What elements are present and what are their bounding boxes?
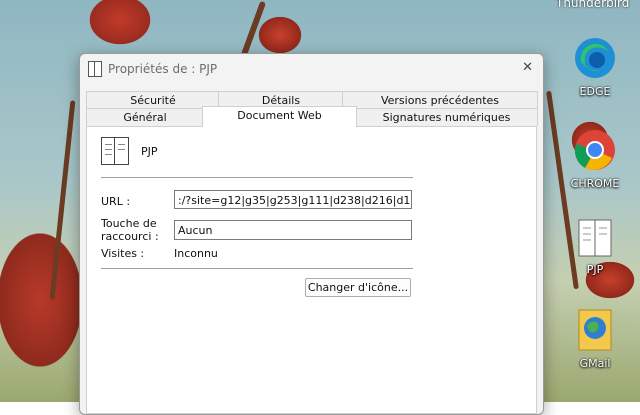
desktop-icon-label: CHROME [570, 177, 620, 190]
document-icon [101, 137, 129, 165]
tab-signatures-numeriques[interactable]: Signatures numériques [355, 108, 538, 126]
window-title: Propriétés de : PJP [108, 62, 218, 76]
visits-label: Visites : [101, 247, 145, 260]
desktop-icon-label: PJP [586, 263, 604, 276]
visits-value: Inconnu [174, 247, 218, 260]
desktop-icon-label: EDGE [579, 85, 611, 98]
tab-general[interactable]: Général [86, 108, 204, 126]
url-label: URL : [101, 195, 131, 208]
desktop-icon-gmail[interactable]: GMail [560, 308, 630, 370]
shortcut-label: Touche de raccourci : [101, 217, 159, 243]
document-icon [578, 219, 612, 257]
edge-icon [575, 38, 615, 78]
branch [239, 0, 267, 60]
window-icon [88, 61, 102, 77]
tab-document-web[interactable]: Document Web [202, 106, 357, 127]
branch [49, 100, 76, 300]
tab-strip: Sécurité Détails Versions précédentes Gé… [80, 84, 543, 127]
desktop-icon-edge[interactable]: EDGE [560, 36, 630, 98]
url-field[interactable]: :/?site=g12|g35|g253|g111|d238|d216|d131… [174, 190, 412, 209]
desktop-icon-pjp[interactable]: PJP [560, 218, 630, 276]
document-web-panel: PJP URL : :/?site=g12|g35|g253|g111|d238… [86, 126, 537, 414]
item-name: PJP [141, 145, 158, 158]
desktop-icon-chrome[interactable]: CHROME [560, 128, 630, 190]
shortcut-field[interactable]: Aucun [174, 220, 412, 240]
close-button[interactable]: ✕ [522, 60, 533, 75]
gmail-icon [578, 309, 612, 351]
divider [101, 177, 413, 178]
chrome-icon [574, 130, 615, 170]
thunderbird-label[interactable]: Thunderbird [556, 0, 629, 10]
title-bar[interactable]: Propriétés de : PJP ✕ [80, 54, 543, 84]
properties-dialog: Propriétés de : PJP ✕ Sécurité Détails V… [79, 53, 544, 415]
change-icon-button[interactable]: Changer d'icône... [305, 278, 411, 297]
desktop-icon-label: GMail [579, 357, 611, 370]
tab-versions-precedentes[interactable]: Versions précédentes [342, 91, 538, 109]
divider [101, 268, 413, 269]
tab-securite[interactable]: Sécurité [86, 91, 220, 109]
